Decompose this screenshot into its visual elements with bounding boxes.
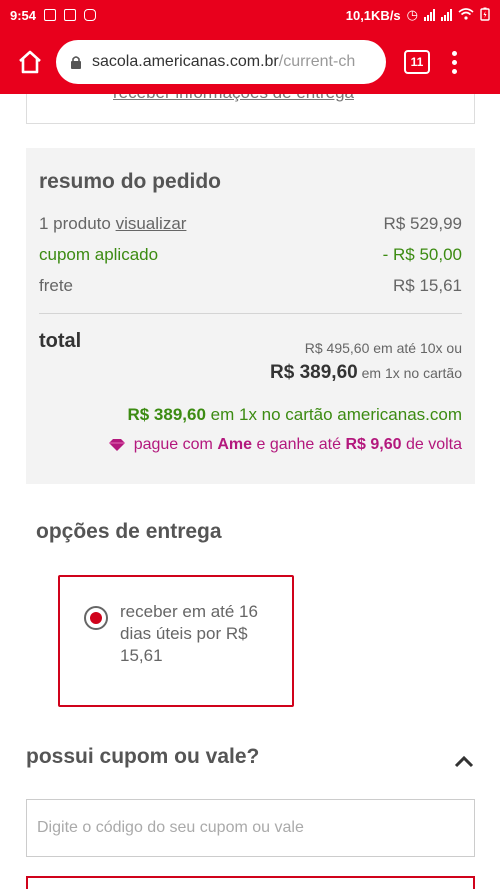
browser-toolbar: sacola.americanas.com.br/current-ch 11 xyxy=(0,30,500,94)
shipping-label: frete xyxy=(39,276,74,295)
diamond-icon xyxy=(108,439,125,451)
delivery-radio[interactable] xyxy=(84,606,108,630)
ame-prefix: pague com xyxy=(133,436,213,453)
signal-2-icon xyxy=(441,9,452,21)
coupon-label: cupom aplicado xyxy=(39,245,159,264)
instagram-icon xyxy=(84,9,97,21)
wifi-icon xyxy=(458,7,474,23)
coupon-apply-box[interactable] xyxy=(26,876,475,889)
ame-value: R$ 9,60 xyxy=(345,436,402,453)
delivery-info-box: receber informações de entrega xyxy=(26,94,475,124)
delivery-title: opções de entrega xyxy=(36,520,222,543)
address-bar[interactable]: sacola.americanas.com.br/current-ch xyxy=(56,40,386,84)
tab-count: 11 xyxy=(410,55,424,69)
card-price-line: R$ 389,60 em 1x no cartão americanas.com xyxy=(127,405,462,425)
chevron-up-icon[interactable] xyxy=(453,752,475,772)
ame-middle: e ganhe até xyxy=(256,436,341,453)
signal-icon xyxy=(424,9,435,21)
menu-icon[interactable] xyxy=(452,50,457,74)
lock-icon xyxy=(70,55,82,70)
shipping-value: R$ 15,61 xyxy=(393,276,462,295)
delivery-option[interactable]: receber em até 16 dias úteis por R$ 15,6… xyxy=(58,575,294,707)
coupon-input[interactable] xyxy=(26,799,475,857)
coupon-section-title: possui cupom ou vale? xyxy=(26,745,260,768)
total-label: total xyxy=(39,330,82,352)
url-host: sacola.americanas.com.br xyxy=(92,53,279,70)
products-value: R$ 529,99 xyxy=(383,214,462,233)
coupon-value: - R$ 50,00 xyxy=(382,245,462,264)
products-row: 1 produto visualizar R$ 529,99 xyxy=(39,214,462,234)
alarm-icon: ◷ xyxy=(406,7,418,22)
card-price-suffix: em 1x no cartão americanas.com xyxy=(210,405,462,424)
delivery-info-link[interactable]: receber informações de entrega xyxy=(113,94,354,103)
ame-cashback-line: pague com Ame e ganhe até R$ 9,60 de vol… xyxy=(108,436,462,454)
summary-divider xyxy=(39,313,462,314)
view-products-link[interactable]: visualizar xyxy=(116,214,187,233)
battery-icon xyxy=(480,7,490,24)
notification-icon xyxy=(44,9,57,21)
delivery-option-text: receber em até 16 dias úteis por R$ 15,6… xyxy=(120,602,258,665)
network-speed: 10,1KB/s xyxy=(345,7,401,23)
ame-suffix: de volta xyxy=(405,436,462,453)
calendar-icon xyxy=(64,9,77,21)
coupon-row: cupom aplicado - R$ 50,00 xyxy=(39,245,462,265)
tabs-button[interactable]: 11 xyxy=(404,50,430,74)
installments-text: R$ 495,60 em até 10x ou xyxy=(304,340,462,356)
cash-price-line: R$ 389,60 em 1x no cartão xyxy=(270,362,462,384)
card-price: R$ 389,60 xyxy=(127,405,206,424)
home-icon xyxy=(19,50,41,74)
status-bar: 9:54 10,1KB/s ◷ xyxy=(0,0,500,30)
cash-price-suffix: em 1x no cartão xyxy=(361,365,462,381)
cash-price: R$ 389,60 xyxy=(270,362,358,383)
url-path: /current-ch xyxy=(278,53,356,70)
home-button[interactable] xyxy=(12,44,48,80)
products-label: 1 produto xyxy=(39,214,111,233)
shipping-row: frete R$ 15,61 xyxy=(39,276,462,296)
order-summary: resumo do pedido 1 produto visualizar R$… xyxy=(26,148,475,484)
summary-title: resumo do pedido xyxy=(39,170,222,193)
ame-brand: Ame xyxy=(217,436,253,453)
status-time: 9:54 xyxy=(10,7,37,23)
radio-selected-icon xyxy=(90,612,102,624)
